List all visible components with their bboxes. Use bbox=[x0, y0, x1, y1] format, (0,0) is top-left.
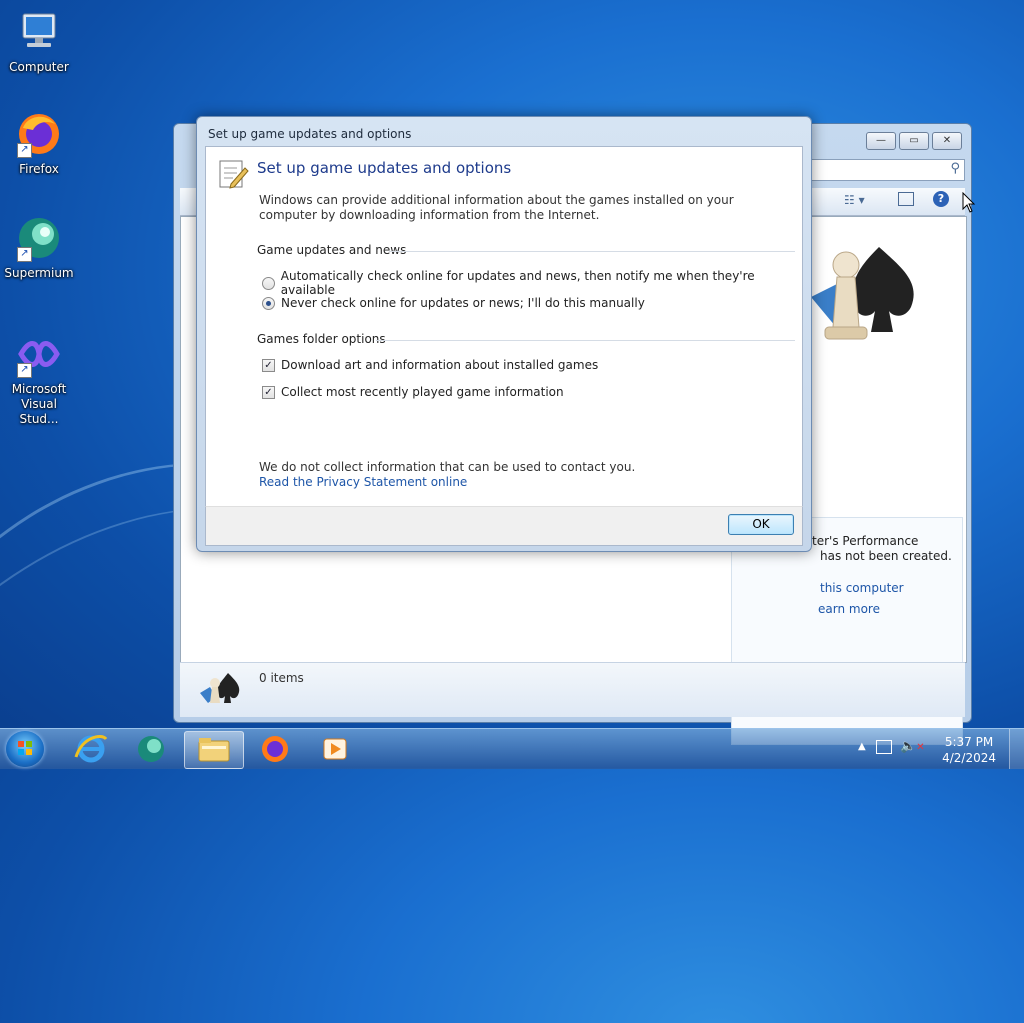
rate-computer-link[interactable]: this computer bbox=[820, 581, 904, 595]
shortcut-arrow-icon: ↗ bbox=[17, 363, 32, 378]
dialog-footer bbox=[205, 506, 803, 546]
group-label-folder: Games folder options bbox=[257, 332, 386, 346]
desktop-icon-label: Microsoft Visual Stud... bbox=[11, 382, 67, 426]
search-icon: ⚲ bbox=[950, 161, 960, 176]
desktop-icon-label: Supermium bbox=[4, 266, 74, 280]
privacy-note: We do not collect information that can b… bbox=[259, 460, 636, 474]
performance-text: has not been created. bbox=[820, 549, 952, 563]
group-label-updates: Game updates and news bbox=[257, 243, 407, 257]
radio-never-check[interactable]: Never check online for updates or news; … bbox=[262, 296, 645, 310]
checkbox-download-art-box[interactable]: ✓ bbox=[262, 358, 275, 372]
firefox-icon: ↗ bbox=[15, 110, 63, 158]
games-chess-icon bbox=[801, 237, 931, 370]
performance-text: ter's Performance bbox=[812, 534, 919, 548]
desktop-icon-supermium[interactable]: ↗ Supermium bbox=[1, 214, 77, 281]
radio-auto-label: Automatically check online for updates a… bbox=[280, 269, 755, 297]
computer-icon bbox=[15, 8, 63, 56]
radio-never-indicator[interactable] bbox=[262, 296, 275, 310]
privacy-statement-link[interactable]: Read the Privacy Statement online bbox=[259, 475, 467, 489]
taskbar-media-player[interactable] bbox=[306, 731, 364, 767]
preview-pane-icon[interactable] bbox=[898, 192, 914, 206]
group-divider bbox=[376, 340, 795, 341]
internet-explorer-icon bbox=[74, 734, 108, 763]
close-button[interactable]: ✕ bbox=[932, 132, 962, 150]
supermium-icon bbox=[138, 736, 164, 762]
checkbox-collect-recent[interactable]: ✓ Collect most recently played game info… bbox=[262, 385, 564, 399]
game-updates-dialog[interactable]: Set up game updates and options Set up g… bbox=[196, 116, 812, 552]
windows-logo-icon bbox=[18, 741, 32, 755]
checkbox-collect-recent-box[interactable]: ✓ bbox=[262, 385, 275, 399]
checkbox-download-art-label: Download art and information about insta… bbox=[281, 358, 599, 372]
start-button[interactable] bbox=[6, 731, 44, 767]
ok-button[interactable]: OK bbox=[728, 514, 794, 535]
radio-auto-check[interactable]: Automatically check online for updates a… bbox=[262, 269, 802, 297]
media-player-icon bbox=[323, 738, 347, 760]
desktop-icon-label: Computer bbox=[9, 60, 69, 74]
shortcut-arrow-icon: ↗ bbox=[17, 143, 32, 158]
desktop-icon-label: Firefox bbox=[19, 162, 59, 176]
dialog-heading: Set up game updates and options bbox=[257, 159, 512, 177]
desktop-icon-firefox[interactable]: ↗ Firefox bbox=[1, 110, 77, 177]
dialog-intro: Windows can provide additional informati… bbox=[259, 193, 734, 222]
dialog-title: Set up game updates and options bbox=[208, 127, 412, 141]
options-notepad-icon bbox=[217, 158, 249, 193]
taskbar: ▲ 🔈✕ 5:37 PM 4/2/2024 bbox=[0, 728, 1024, 769]
items-count: 0 items bbox=[259, 671, 304, 685]
desktop-icon-visual-studio[interactable]: ↗ Microsoft Visual Stud... bbox=[1, 330, 77, 427]
maximize-button[interactable]: ▭ bbox=[899, 132, 929, 150]
volume-muted-icon[interactable]: 🔈✕ bbox=[900, 739, 925, 754]
view-options-icon[interactable]: ☷ ▾ bbox=[844, 193, 865, 207]
taskbar-supermium[interactable] bbox=[122, 731, 180, 767]
file-explorer-icon bbox=[198, 738, 230, 762]
games-small-icon bbox=[198, 671, 244, 714]
clock-date: 4/2/2024 bbox=[942, 751, 996, 765]
checkbox-collect-recent-label: Collect most recently played game inform… bbox=[281, 385, 564, 399]
taskbar-internet-explorer[interactable] bbox=[62, 731, 120, 767]
visual-studio-icon: ↗ bbox=[15, 330, 63, 378]
taskbar-file-explorer[interactable] bbox=[184, 731, 244, 769]
details-pane: 0 items bbox=[180, 662, 965, 717]
taskbar-firefox[interactable] bbox=[246, 731, 304, 767]
learn-more-link[interactable]: earn more bbox=[818, 602, 880, 616]
clock[interactable]: 5:37 PM 4/2/2024 bbox=[942, 734, 996, 766]
mouse-cursor-icon bbox=[962, 192, 976, 213]
clock-time: 5:37 PM bbox=[944, 735, 994, 749]
system-tray: ▲ 🔈✕ 5:37 PM 4/2/2024 bbox=[854, 729, 1024, 769]
network-icon[interactable] bbox=[876, 740, 892, 754]
dialog-body: Set up game updates and options Windows … bbox=[205, 146, 803, 508]
radio-auto-indicator[interactable] bbox=[262, 276, 275, 290]
show-desktop-button[interactable] bbox=[1009, 729, 1024, 769]
checkbox-download-art[interactable]: ✓ Download art and information about ins… bbox=[262, 358, 598, 372]
supermium-icon: ↗ bbox=[15, 214, 63, 262]
minimize-button[interactable]: — bbox=[866, 132, 896, 150]
show-hidden-icons-icon[interactable]: ▲ bbox=[858, 741, 866, 752]
shortcut-arrow-icon: ↗ bbox=[17, 247, 32, 262]
search-input[interactable]: ⚲ bbox=[810, 159, 965, 181]
desktop-icon-computer[interactable]: Computer bbox=[1, 8, 77, 75]
group-divider bbox=[389, 251, 795, 252]
radio-never-label: Never check online for updates or news; … bbox=[281, 296, 645, 310]
help-icon[interactable]: ? bbox=[933, 191, 949, 207]
firefox-icon bbox=[262, 736, 288, 762]
